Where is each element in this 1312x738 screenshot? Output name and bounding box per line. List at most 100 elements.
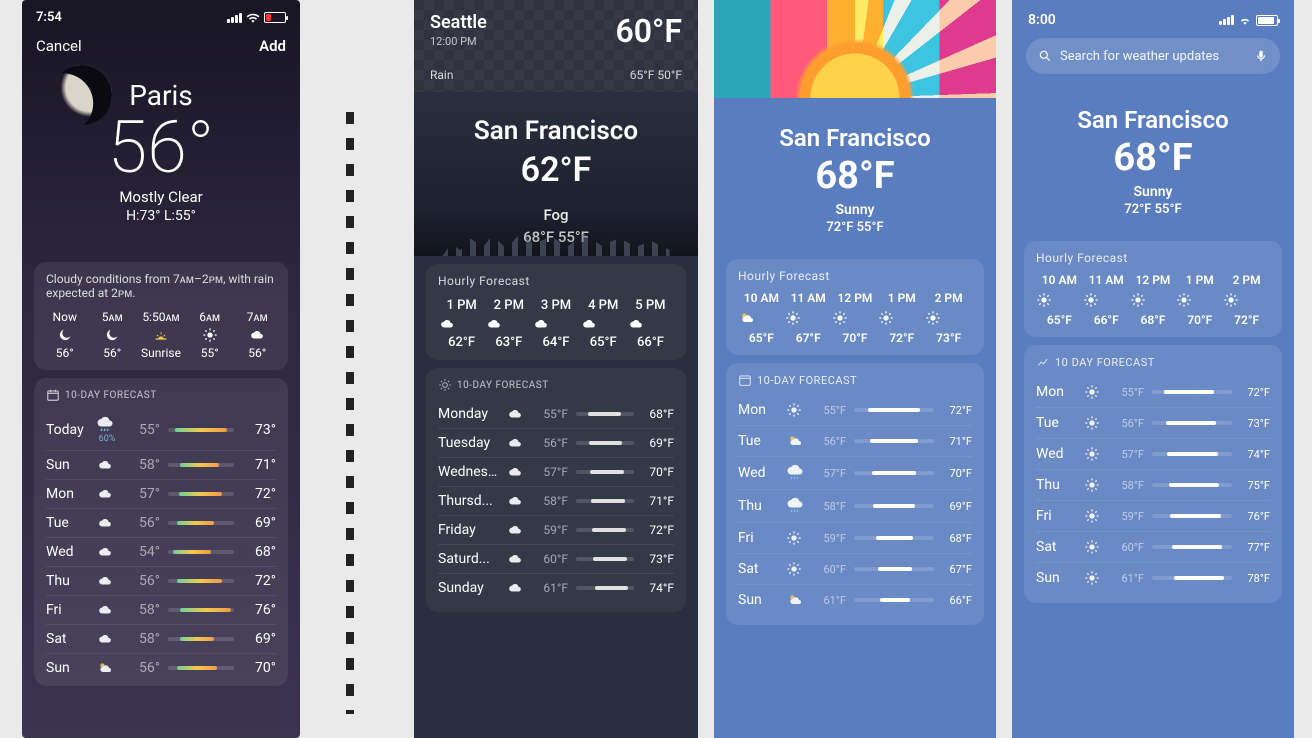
day-name: Mon bbox=[738, 402, 778, 418]
day-row[interactable]: Monday 55°F 68°F bbox=[438, 400, 674, 428]
day-row[interactable]: Wed 54° 68° bbox=[46, 537, 276, 566]
day-hi: 71°F bbox=[942, 435, 972, 448]
day-row[interactable]: Mon 55°F 72°F bbox=[738, 395, 972, 425]
hourly-cell[interactable]: 1 PM 62°F bbox=[438, 298, 485, 350]
hourly-card[interactable]: Hourly Forecast 10 AM 65°F 11 AM 66°F 12… bbox=[1024, 241, 1282, 337]
day-row[interactable]: Tuesday 56°F 69°F bbox=[438, 428, 674, 457]
day-row[interactable]: Friday 59°F 72°F bbox=[438, 515, 674, 544]
hour-temp: 65°F bbox=[580, 335, 627, 350]
temp-range-bar bbox=[576, 412, 634, 416]
day-row[interactable]: Saturd... 60°F 73°F bbox=[438, 544, 674, 573]
hourly-card[interactable]: Hourly Forecast 1 PM 62°F 2 PM 63°F 3 PM… bbox=[426, 264, 686, 360]
day-row[interactable]: Thu 58°F 75°F bbox=[1036, 469, 1270, 500]
day-row[interactable]: Mon 55°F 72°F bbox=[1036, 377, 1270, 407]
day-lo: 56°F bbox=[1114, 417, 1144, 430]
hero: San Francisco 68°F Sunny 72°F 55°F bbox=[1012, 80, 1294, 233]
day-row[interactable]: Sun 61°F 78°F bbox=[1036, 562, 1270, 593]
hourly-cell[interactable]: 3 PM 64°F bbox=[532, 298, 579, 350]
partly-icon bbox=[738, 310, 785, 326]
day-row[interactable]: Fri 58° 76° bbox=[46, 595, 276, 624]
day-row[interactable]: Wed 57°F 74°F bbox=[1036, 438, 1270, 469]
hour-temp: 55° bbox=[191, 346, 229, 360]
day-row[interactable]: Sat 58° 69° bbox=[46, 624, 276, 653]
hourly-cell[interactable]: 10 AM 65°F bbox=[1036, 273, 1083, 327]
day-name: Wednes... bbox=[438, 464, 498, 480]
seattle-widget[interactable]: Seattle 12:00 PM 60°F Rain 65°F 50°F bbox=[414, 0, 698, 92]
hour-label: 1 PM bbox=[438, 298, 485, 313]
day-lo: 60°F bbox=[816, 563, 846, 576]
day-row[interactable]: Sun 61°F 66°F bbox=[738, 584, 972, 615]
sun-icon bbox=[1084, 446, 1106, 462]
day-row[interactable]: Mon 57° 72° bbox=[46, 479, 276, 508]
day-hi: 71° bbox=[242, 457, 276, 473]
day-row[interactable]: Sun 56° 70° bbox=[46, 653, 276, 682]
cloud-icon bbox=[580, 317, 627, 331]
hour-temp: 70°F bbox=[832, 331, 879, 345]
day-row[interactable]: Today 60% 55° 73° bbox=[46, 410, 276, 450]
hour-label: 6ᴀᴍ bbox=[191, 310, 229, 324]
hourly-cell[interactable]: 11 AM 66°F bbox=[1083, 273, 1130, 327]
hourly-cell[interactable]: 4 PM 65°F bbox=[580, 298, 627, 350]
day-row[interactable]: Tue 56°F 73°F bbox=[1036, 407, 1270, 438]
hourly-cell[interactable]: 2 PM 72°F bbox=[1223, 273, 1270, 327]
rain-icon bbox=[786, 497, 808, 515]
hourly-cell[interactable]: 12 PM 70°F bbox=[832, 291, 879, 345]
hourly-cell[interactable]: 7ᴀᴍ 56° bbox=[238, 310, 276, 360]
day-row[interactable]: Tue 56°F 71°F bbox=[738, 425, 972, 456]
day-name: Mon bbox=[1036, 384, 1076, 400]
day-row[interactable]: Sunday 61°F 74°F bbox=[438, 573, 674, 602]
day-name: Tue bbox=[46, 515, 88, 531]
day-row[interactable]: Sat 60°F 67°F bbox=[738, 553, 972, 584]
day-row[interactable]: Tue 56° 69° bbox=[46, 508, 276, 537]
day-row[interactable]: Fri 59°F 76°F bbox=[1036, 500, 1270, 531]
hourly-cell[interactable]: 5:50ᴀᴍ Sunrise bbox=[141, 310, 181, 360]
hourly-cell[interactable]: 11 AM 67°F bbox=[785, 291, 832, 345]
temp-range-bar bbox=[854, 439, 934, 443]
day-lo: 56° bbox=[126, 573, 160, 589]
day-lo: 59°F bbox=[536, 523, 568, 537]
day-row[interactable]: Fri 59°F 68°F bbox=[738, 522, 972, 553]
moon-icon bbox=[94, 327, 132, 343]
day-row[interactable]: Thu 58°F 69°F bbox=[738, 489, 972, 522]
temp-range-bar bbox=[854, 504, 934, 508]
day-row[interactable]: Wednes... 57°F 70°F bbox=[438, 457, 674, 486]
ten-day-title: 10-DAY FORECAST bbox=[46, 388, 276, 402]
hour-label: 1 PM bbox=[1176, 273, 1223, 287]
day-row[interactable]: Wed 57°F 70°F bbox=[738, 456, 972, 489]
day-name: Saturd... bbox=[438, 551, 498, 567]
hour-label: 3 PM bbox=[532, 298, 579, 313]
ten-day-card[interactable]: 10-DAY FORECAST Mon 55°F 72°F Tue 56°F 7… bbox=[726, 363, 984, 625]
day-hi: 74°F bbox=[1240, 448, 1270, 461]
day-row[interactable]: Thursd... 58°F 71°F bbox=[438, 486, 674, 515]
day-hi: 72°F bbox=[942, 404, 972, 417]
ten-day-card[interactable]: 10-DAY FORECAST Monday 55°F 68°F Tuesday… bbox=[426, 368, 686, 612]
hourly-cell[interactable]: 2 PM 73°F bbox=[925, 291, 972, 345]
search-field[interactable]: Search for weather updates bbox=[1026, 38, 1280, 74]
hourly-cell[interactable]: 5 PM 66°F bbox=[627, 298, 674, 350]
hourly-cell[interactable]: 5ᴀᴍ 56° bbox=[94, 310, 132, 360]
hourly-cell[interactable]: Now 56° bbox=[46, 310, 84, 360]
hourly-cell[interactable]: 10 AM 65°F bbox=[738, 291, 785, 345]
hourly-cell[interactable]: 2 PM 63°F bbox=[485, 298, 532, 350]
hourly-card[interactable]: Cloudy conditions from 7ᴀᴍ–2ᴘᴍ, with rai… bbox=[34, 262, 288, 370]
mic-icon[interactable] bbox=[1254, 49, 1268, 63]
day-lo: 56° bbox=[126, 660, 160, 676]
hourly-cell[interactable]: 1 PM 72°F bbox=[878, 291, 925, 345]
hourly-card[interactable]: Hourly Forecast 10 AM 65°F 11 AM 67°F 12… bbox=[726, 259, 984, 355]
phone-blue-sun: San Francisco 68°F Sunny 72°F 55°F Hourl… bbox=[714, 0, 996, 738]
day-row[interactable]: Sat 60°F 77°F bbox=[1036, 531, 1270, 562]
add-button[interactable]: Add bbox=[259, 37, 286, 55]
hourly-cell[interactable]: 6ᴀᴍ 55° bbox=[191, 310, 229, 360]
hourly-title: Hourly Forecast bbox=[438, 274, 674, 288]
hourly-cell[interactable]: 12 PM 68°F bbox=[1130, 273, 1177, 327]
day-row[interactable]: Thu 56° 72° bbox=[46, 566, 276, 595]
hourly-cell[interactable]: 1 PM 70°F bbox=[1176, 273, 1223, 327]
sun-icon bbox=[1084, 384, 1106, 400]
sun-icon bbox=[878, 310, 925, 326]
ten-day-card[interactable]: 10 DAY FORECAST Mon 55°F 72°F Tue 56°F 7… bbox=[1024, 345, 1282, 603]
ten-day-card[interactable]: 10-DAY FORECAST Today 60% 55° 73° Sun 58… bbox=[34, 378, 288, 686]
sun-icon bbox=[786, 530, 808, 546]
cancel-button[interactable]: Cancel bbox=[36, 37, 82, 55]
battery-icon bbox=[264, 12, 286, 23]
day-row[interactable]: Sun 58° 71° bbox=[46, 450, 276, 479]
